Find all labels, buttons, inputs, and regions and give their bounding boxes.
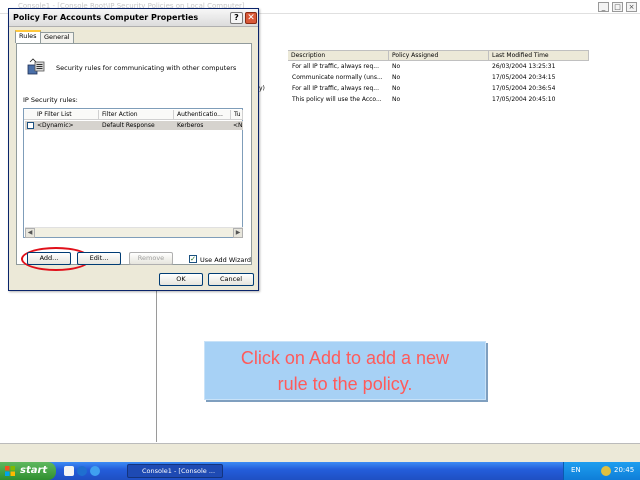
- row-assigned: No: [392, 96, 401, 103]
- tab-rules[interactable]: Rules: [15, 30, 41, 43]
- add-button[interactable]: Add...: [27, 252, 71, 265]
- security-rules-icon: [27, 58, 45, 75]
- tab-general[interactable]: General: [40, 32, 74, 43]
- rule-tunnel[interactable]: <N: [233, 121, 243, 130]
- horizontal-scrollbar[interactable]: ◀ ▶: [25, 227, 243, 238]
- row-modified: 17/05/2004 20:34:15: [492, 74, 556, 81]
- scroll-left-icon[interactable]: ◀: [25, 228, 35, 238]
- use-add-wizard-checkbox[interactable]: ✓: [189, 255, 197, 263]
- close-icon[interactable]: ×: [626, 2, 637, 12]
- scroll-right-icon[interactable]: ▶: [233, 228, 243, 238]
- row-assigned: No: [392, 85, 401, 92]
- maximize-icon[interactable]: □: [612, 2, 623, 12]
- rules-list[interactable]: IP Filter List Filter Action Authenticat…: [23, 108, 243, 238]
- row-modified: 17/05/2004 20:36:54: [492, 85, 556, 92]
- rules-column-filter-action[interactable]: Filter Action: [99, 110, 174, 120]
- column-header-description[interactable]: Description: [288, 50, 389, 61]
- edit-button[interactable]: Edit...: [77, 252, 121, 265]
- console-task-label: Console1 - [Console ...: [142, 467, 216, 475]
- row-description[interactable]: For all IP traffic, always req...: [292, 63, 379, 71]
- rules-description: Security rules for communicating with ot…: [56, 64, 237, 72]
- ip-security-rules-label: IP Security rules:: [23, 96, 78, 104]
- column-header-policy-assigned[interactable]: Policy Assigned: [389, 50, 489, 61]
- language-indicator[interactable]: EN: [571, 466, 581, 474]
- caption-line-2: rule to the policy.: [277, 374, 413, 394]
- rule-enabled-checkbox[interactable]: [27, 122, 34, 129]
- dialog-titlebar[interactable]: Policy For Accounts Computer Properties …: [9, 9, 258, 27]
- rules-column-authentication[interactable]: Authenticatio...: [174, 110, 231, 120]
- taskbar-item-console[interactable]: Console1 - [Console ...: [127, 464, 223, 478]
- start-button[interactable]: start: [0, 462, 56, 480]
- row-name-tail[interactable]: y): [259, 85, 265, 93]
- row-description[interactable]: This policy will use the Acco...: [292, 96, 382, 104]
- rules-column-tunnel[interactable]: Tu: [231, 110, 243, 120]
- row-assigned: No: [392, 74, 401, 81]
- row-description[interactable]: Communicate normally (uns...: [292, 74, 383, 82]
- show-desktop-icon[interactable]: [64, 466, 74, 476]
- row-modified: 17/05/2004 20:45:10: [492, 96, 556, 103]
- tutorial-caption: Click on Add to add a new rule to the po…: [204, 341, 486, 400]
- rules-column-filter-list[interactable]: IP Filter List: [24, 110, 99, 120]
- column-header-last-modified[interactable]: Last Modified Time: [489, 50, 589, 61]
- rule-filter-list[interactable]: <Dynamic>: [37, 121, 97, 130]
- help-button[interactable]: ?: [230, 12, 243, 24]
- row-assigned: No: [392, 63, 401, 70]
- internet-explorer-icon[interactable]: [90, 466, 100, 476]
- ok-button[interactable]: OK: [159, 273, 203, 286]
- console-status-bar: [0, 443, 640, 462]
- row-description[interactable]: For all IP traffic, always req...: [292, 85, 379, 93]
- dialog-title: Policy For Accounts Computer Properties: [13, 13, 199, 22]
- minimize-icon[interactable]: _: [598, 2, 609, 12]
- clock: 20:45: [614, 466, 635, 474]
- caption-line-1: Click on Add to add a new: [240, 348, 450, 368]
- use-add-wizard-label[interactable]: Use Add Wizard: [200, 256, 251, 264]
- start-label: start: [20, 465, 48, 476]
- taskbar: start Console1 - [Console ... EN 20:45: [0, 462, 640, 480]
- policy-properties-dialog: Policy For Accounts Computer Properties …: [8, 8, 259, 291]
- cancel-button[interactable]: Cancel: [208, 273, 254, 286]
- row-modified: 26/03/2004 13:25:31: [492, 63, 556, 70]
- windows-flag-icon: [5, 466, 15, 476]
- rule-authentication[interactable]: Kerberos: [177, 121, 231, 130]
- network-icon[interactable]: [601, 466, 611, 476]
- close-button[interactable]: ✕: [245, 12, 257, 24]
- remove-button[interactable]: Remove: [129, 252, 173, 265]
- rule-filter-action[interactable]: Default Response: [102, 121, 174, 130]
- media-player-icon[interactable]: [77, 466, 87, 476]
